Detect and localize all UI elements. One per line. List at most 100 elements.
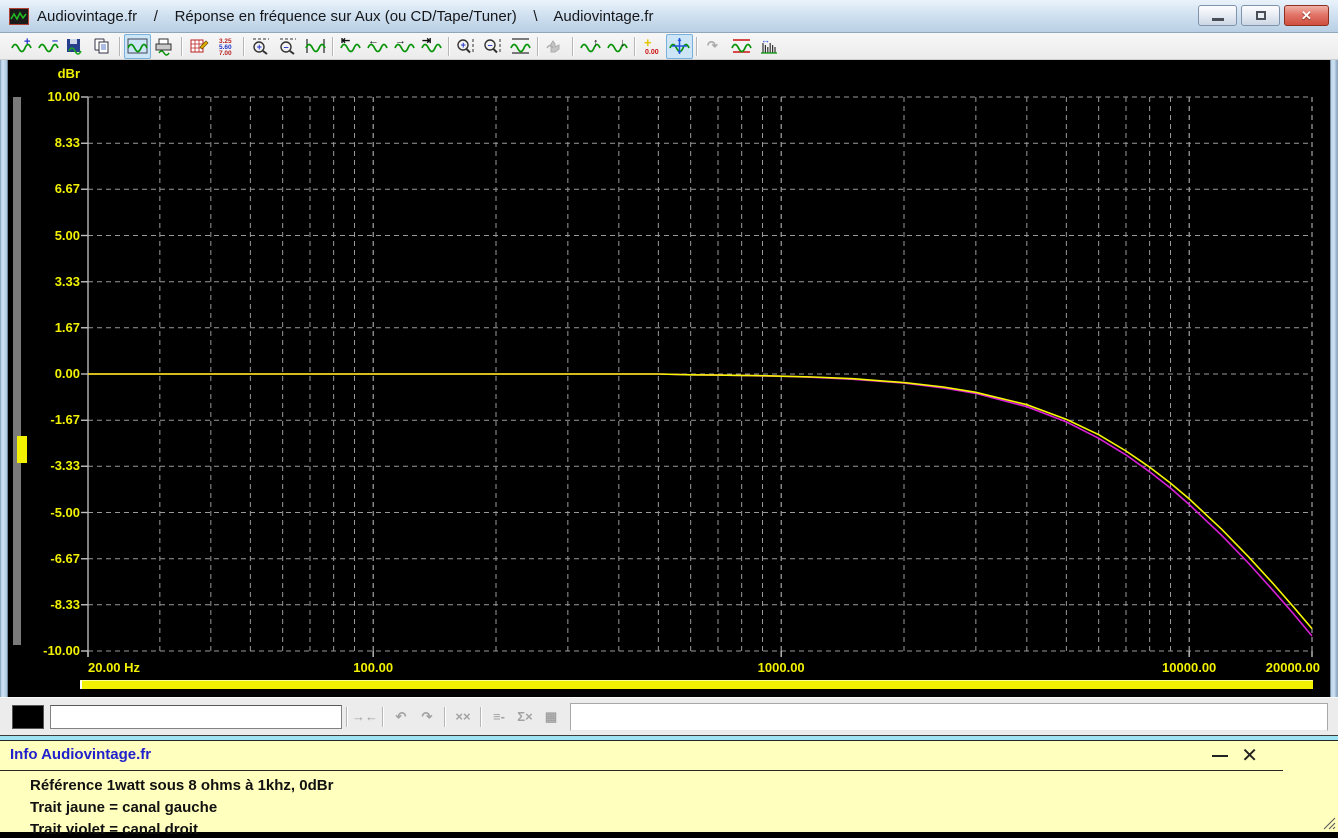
title-bar: Audiovintage.fr / Réponse en fréquence s… bbox=[0, 0, 1338, 33]
scroll-left-end-button[interactable]: ⇤ bbox=[337, 34, 364, 59]
maximize-button[interactable] bbox=[1241, 5, 1280, 26]
x-tick-label: 20.00 Hz bbox=[88, 660, 140, 675]
edit-values-button[interactable] bbox=[186, 34, 213, 59]
zoom-v-in-icon: + bbox=[455, 36, 478, 56]
svg-text:⇤: ⇤ bbox=[341, 36, 350, 47]
wave-redlines-icon bbox=[730, 36, 753, 56]
y-tick-label: -1.67 bbox=[18, 412, 80, 427]
close-button[interactable]: ✕ bbox=[1284, 5, 1329, 26]
x-tick-label: 1000.00 bbox=[758, 660, 805, 675]
zero-icon: +0.00 bbox=[641, 36, 664, 56]
comb-icon: ↔ bbox=[757, 36, 780, 56]
y-tick-label: -10.00 bbox=[18, 643, 80, 658]
values-icon: 3.255.607.00 bbox=[215, 36, 238, 56]
delete-points-button: ×× bbox=[450, 705, 476, 729]
wave-arrow-icon: ⇤ bbox=[339, 36, 362, 56]
svg-text:↑: ↑ bbox=[593, 37, 599, 49]
sum-button: Σ× bbox=[512, 705, 538, 729]
fit-horizontal-button[interactable] bbox=[302, 34, 329, 59]
hand-icon bbox=[544, 36, 567, 56]
fit-vertical-button[interactable] bbox=[507, 34, 534, 59]
svg-text:+: + bbox=[644, 36, 652, 50]
wave-arrow-icon: ← bbox=[366, 36, 389, 56]
shift-curve-down-button[interactable]: ↓ bbox=[604, 34, 631, 59]
transform-button: ↷ bbox=[701, 34, 728, 59]
wave-minus-icon: – bbox=[37, 36, 60, 56]
svg-text:–: – bbox=[284, 42, 289, 52]
resize-grip-icon[interactable] bbox=[1320, 814, 1336, 830]
add-curve-button[interactable]: + bbox=[8, 34, 35, 59]
chart-grid-and-curves bbox=[8, 60, 1330, 697]
svg-text:⇥: ⇥ bbox=[422, 36, 431, 47]
y-tick-label: 5.00 bbox=[18, 228, 80, 243]
plot-window: dBr 10.008.336.675.003.331.670.00-1.67-3… bbox=[0, 60, 1338, 697]
svg-text:↓: ↓ bbox=[620, 37, 626, 49]
zoom-in-vertical-button[interactable]: + bbox=[453, 34, 480, 59]
zero-reference-button[interactable]: +0.00 bbox=[639, 34, 666, 59]
info-line: Référence 1watt sous 8 ohms à 1khz, 0dBr bbox=[30, 777, 333, 794]
crosshair-tool-button[interactable] bbox=[666, 34, 693, 59]
y-tick-label: 6.67 bbox=[18, 181, 80, 196]
main-toolbar: +–3.255.607.00+–⇤←→⇥+–↑↓+0.00↷↔ bbox=[0, 33, 1338, 60]
copy-button[interactable] bbox=[89, 34, 116, 59]
x-tick-label: 100.00 bbox=[353, 660, 393, 675]
comment-input[interactable] bbox=[50, 705, 342, 729]
svg-text:+: + bbox=[461, 40, 466, 50]
scroll-right-button[interactable]: → bbox=[391, 34, 418, 59]
y-tick-label: 1.67 bbox=[18, 320, 80, 335]
application-window: Audiovintage.fr / Réponse en fréquence s… bbox=[0, 0, 1338, 832]
status-panel bbox=[570, 703, 1328, 731]
redo-button: ↷ bbox=[414, 705, 440, 729]
shift-curve-up-button[interactable]: ↑ bbox=[577, 34, 604, 59]
y-tick-label: -6.67 bbox=[18, 551, 80, 566]
subtract-curve-button[interactable]: – bbox=[35, 34, 62, 59]
color-swatch[interactable] bbox=[12, 705, 44, 729]
zoom-out-horizontal-button[interactable]: – bbox=[275, 34, 302, 59]
svg-text:←: ← bbox=[368, 36, 379, 47]
wave-bars-icon bbox=[304, 36, 327, 56]
print-icon bbox=[153, 36, 176, 56]
arrow-gray-icon: ↷ bbox=[703, 36, 726, 56]
info-line: Trait violet = canal droit bbox=[30, 821, 198, 838]
y-tick-label: 3.33 bbox=[18, 274, 80, 289]
zoom-h-out-icon: – bbox=[277, 36, 300, 56]
bottom-toolbar: →←↶↷××≡-Σ×▦ bbox=[0, 697, 1338, 735]
y-tick-label: -8.33 bbox=[18, 597, 80, 612]
wave-arrow-icon: ↑ bbox=[579, 36, 602, 56]
limit-lines-button[interactable] bbox=[728, 34, 755, 59]
window-title: Audiovintage.fr / Réponse en fréquence s… bbox=[37, 8, 653, 25]
save-curve-button[interactable] bbox=[62, 34, 89, 59]
wave-box-icon bbox=[126, 36, 149, 56]
y-tick-label: 0.00 bbox=[18, 366, 80, 381]
svg-text:+: + bbox=[257, 42, 262, 52]
info-panel: Info Audiovintage.fr ✕ Référence 1watt s… bbox=[0, 741, 1338, 832]
pan-curve-button bbox=[542, 34, 569, 59]
info-minimize-icon[interactable] bbox=[1212, 755, 1228, 757]
plot-canvas[interactable]: dBr 10.008.336.675.003.331.670.00-1.67-3… bbox=[8, 60, 1330, 697]
scroll-right-end-button[interactable]: ⇥ bbox=[418, 34, 445, 59]
copy-icon bbox=[91, 36, 114, 56]
show-curves-button[interactable] bbox=[124, 34, 151, 59]
zoom-out-vertical-button[interactable]: – bbox=[480, 34, 507, 59]
svg-text:→: → bbox=[395, 36, 406, 47]
spectrum-button[interactable]: ↔ bbox=[755, 34, 782, 59]
statistics-button: ▦ bbox=[538, 705, 564, 729]
wave-fit-icon bbox=[509, 36, 532, 56]
x-tick-label: 10000.00 bbox=[1162, 660, 1216, 675]
svg-text:0.00: 0.00 bbox=[645, 49, 659, 56]
scroll-left-button[interactable]: ← bbox=[364, 34, 391, 59]
wave-arrow-icon: ⇥ bbox=[420, 36, 443, 56]
svg-text:↔: ↔ bbox=[761, 36, 770, 45]
horizontal-scrollbar[interactable] bbox=[80, 680, 1313, 689]
save-icon bbox=[64, 36, 87, 56]
zoom-in-horizontal-button[interactable]: + bbox=[248, 34, 275, 59]
wave-arrow-icon: ↓ bbox=[606, 36, 629, 56]
info-close-icon[interactable]: ✕ bbox=[1241, 743, 1258, 768]
minimize-button[interactable] bbox=[1198, 5, 1237, 26]
merge-points-button: →← bbox=[352, 705, 378, 729]
svg-text:7.00: 7.00 bbox=[219, 50, 232, 56]
print-curve-button[interactable] bbox=[151, 34, 178, 59]
info-line: Trait jaune = canal gauche bbox=[30, 799, 217, 816]
x-tick-label: 20000.00 bbox=[1266, 660, 1320, 675]
values-list-button[interactable]: 3.255.607.00 bbox=[213, 34, 240, 59]
